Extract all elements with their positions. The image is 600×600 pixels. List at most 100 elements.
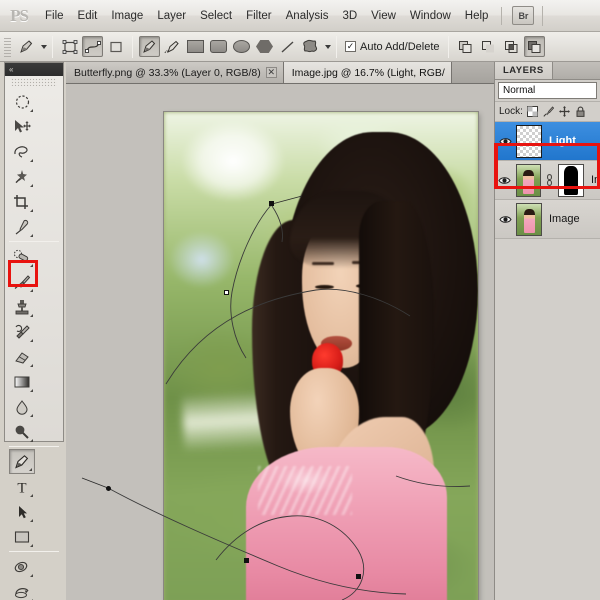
tool-preset-caret-icon[interactable]: [41, 44, 47, 49]
intersect-path-areas-icon[interactable]: [501, 36, 522, 57]
toolbox-collapse-icon[interactable]: «: [9, 65, 14, 74]
submenu-triangle-icon: [27, 234, 33, 237]
custom-shape-tool-option-icon[interactable]: [300, 36, 321, 57]
lock-transparent-pixels-icon[interactable]: [527, 106, 539, 118]
exclude-overlapping-path-areas-icon[interactable]: [523, 36, 545, 57]
brush-tool[interactable]: [9, 269, 35, 294]
toolbox-collapse-button[interactable]: «: [5, 63, 63, 76]
eye-icon[interactable]: [497, 136, 513, 147]
eye-icon[interactable]: [497, 214, 513, 225]
pen-tool[interactable]: [9, 449, 35, 474]
document-tab-label: Butterfly.png @ 33.3% (Layer 0, RGB/8): [74, 66, 261, 79]
3d-object-rotate-tool[interactable]: [9, 554, 35, 579]
eyedropper-tool[interactable]: [9, 214, 35, 239]
options-divider-4: [447, 35, 449, 58]
gradient-tool[interactable]: [9, 369, 35, 394]
document-tab-butterfly[interactable]: Butterfly.png @ 33.3% (Layer 0, RGB/8) ✕: [66, 62, 284, 83]
path-anchor-point[interactable]: [106, 486, 111, 491]
line-tool-option-icon[interactable]: [277, 36, 298, 57]
quick-selection-tool[interactable]: [9, 164, 35, 189]
eye-icon[interactable]: [497, 175, 513, 186]
menu-window[interactable]: Window: [403, 5, 458, 27]
lock-position-icon[interactable]: [559, 106, 571, 118]
crop-tool[interactable]: [9, 189, 35, 214]
move-tool[interactable]: [9, 114, 35, 139]
layer-mask-thumbnail[interactable]: [558, 163, 584, 197]
menu-help[interactable]: Help: [458, 5, 496, 27]
menu-view[interactable]: View: [364, 5, 403, 27]
shape-layers-button[interactable]: [59, 36, 80, 57]
marquee-tool[interactable]: [9, 89, 35, 114]
path-anchor-point[interactable]: [244, 558, 249, 563]
toolbox-divider-1: [9, 241, 59, 242]
custom-shape-caret-icon[interactable]: [325, 44, 331, 49]
pen-tool-option-icon[interactable]: [139, 36, 160, 57]
layer-name[interactable]: Light: [545, 135, 576, 147]
menu-filter[interactable]: Filter: [239, 5, 279, 27]
blend-mode-select[interactable]: Normal: [498, 82, 597, 99]
tool-preset-picker-icon[interactable]: [16, 36, 37, 57]
dodge-tool[interactable]: [9, 419, 35, 444]
document-canvas-area[interactable]: [66, 84, 494, 600]
rectangle-tool-option-icon[interactable]: [185, 36, 206, 57]
submenu-triangle-icon: [27, 264, 33, 267]
menu-3d[interactable]: 3D: [335, 5, 364, 27]
dress-ruffle: [258, 466, 353, 516]
submenu-triangle-icon: [27, 574, 33, 577]
3d-camera-rotate-tool[interactable]: [9, 579, 35, 600]
layer-row-light[interactable]: Light: [495, 122, 600, 161]
path-anchor-point[interactable]: [356, 574, 361, 579]
layer-thumbnail[interactable]: [516, 202, 542, 236]
blur-tool[interactable]: [9, 394, 35, 419]
subtract-from-path-area-icon[interactable]: [478, 36, 499, 57]
spot-healing-brush-tool[interactable]: [9, 244, 35, 269]
auto-add-delete-checkbox[interactable]: ✓ Auto Add/Delete: [345, 41, 440, 53]
image-canvas[interactable]: [164, 112, 478, 600]
submenu-triangle-icon: [27, 414, 33, 417]
paths-button[interactable]: [82, 36, 103, 57]
layer-thumbnail-image: [517, 203, 541, 235]
lock-image-pixels-icon[interactable]: [543, 106, 555, 118]
link-layers-icon[interactable]: [544, 174, 555, 186]
layer-name[interactable]: In: [587, 174, 600, 186]
lock-all-icon[interactable]: [575, 106, 587, 118]
menu-bar: PS File Edit Image Layer Select Filter A…: [0, 0, 600, 32]
menu-select[interactable]: Select: [193, 5, 239, 27]
menu-file[interactable]: File: [38, 5, 71, 27]
path-selection-tool[interactable]: [9, 499, 35, 524]
menu-layer[interactable]: Layer: [150, 5, 193, 27]
ellipse-tool-option-icon[interactable]: [231, 36, 252, 57]
menu-analysis[interactable]: Analysis: [279, 5, 336, 27]
layer-thumbnail[interactable]: [516, 124, 542, 158]
menu-edit[interactable]: Edit: [71, 5, 105, 27]
thumb-subject: [523, 209, 535, 234]
menu-image[interactable]: Image: [104, 5, 150, 27]
history-brush-tool[interactable]: [9, 319, 35, 344]
layer-row-in[interactable]: In: [495, 161, 600, 200]
freeform-pen-tool-option-icon[interactable]: [162, 36, 183, 57]
path-anchor-point[interactable]: [269, 201, 274, 206]
close-icon[interactable]: ✕: [265, 67, 277, 78]
layer-thumbnail[interactable]: [515, 163, 542, 197]
add-to-path-area-icon[interactable]: [455, 36, 476, 57]
layer-name[interactable]: Image: [545, 213, 580, 225]
lasso-tool[interactable]: [9, 139, 35, 164]
tab-layers[interactable]: LAYERS: [495, 62, 553, 79]
clone-stamp-tool[interactable]: [9, 294, 35, 319]
toolbox-grip[interactable]: [11, 78, 57, 86]
submenu-triangle-icon: [27, 389, 33, 392]
bridge-button[interactable]: Br: [512, 6, 535, 25]
eraser-tool[interactable]: [9, 344, 35, 369]
options-bar-grip[interactable]: [4, 35, 11, 58]
photoshop-logo: PS: [10, 5, 29, 25]
type-tool[interactable]: T: [9, 474, 35, 499]
path-anchor-point[interactable]: [224, 290, 229, 295]
fill-pixels-button[interactable]: [105, 36, 126, 57]
polygon-tool-option-icon[interactable]: [254, 36, 275, 57]
rectangle-tool[interactable]: [9, 524, 35, 549]
panel-dock: LAYERS Normal Lock: Light In Image: [494, 62, 600, 600]
layer-row-image[interactable]: Image: [495, 200, 600, 239]
auto-add-delete-checkmark[interactable]: ✓: [345, 41, 356, 52]
document-tab-image[interactable]: Image.jpg @ 16.7% (Light, RGB/: [283, 62, 452, 83]
rounded-rectangle-tool-option-icon[interactable]: [208, 36, 229, 57]
